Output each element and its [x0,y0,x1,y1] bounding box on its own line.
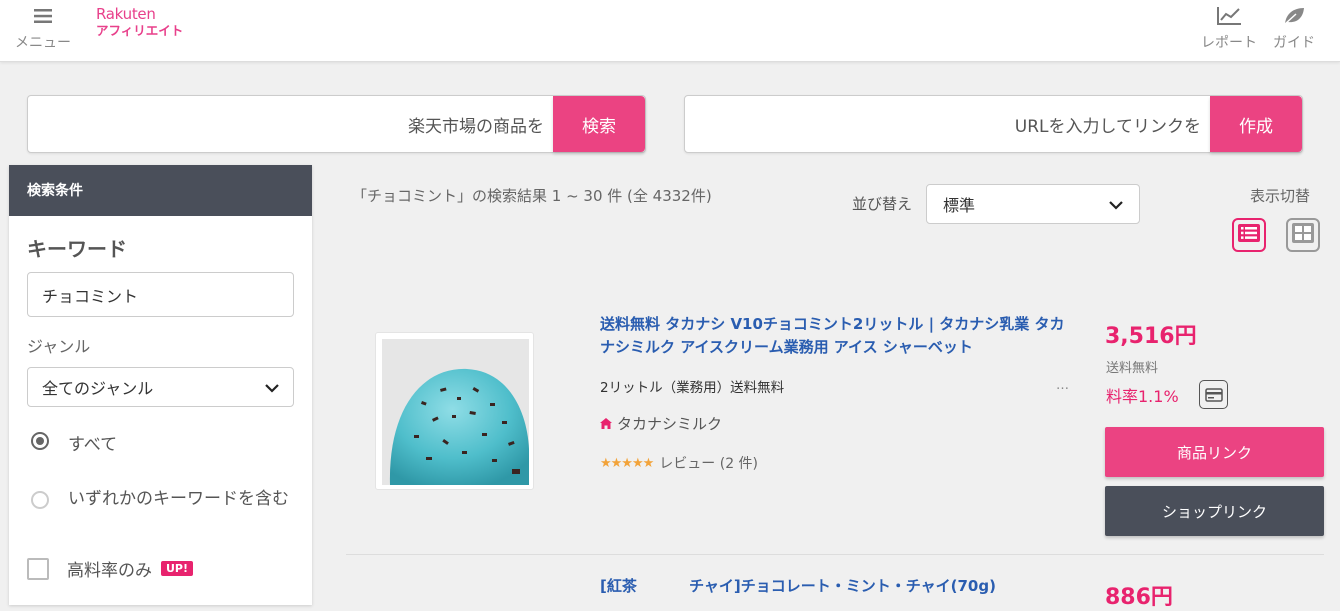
credit-card-icon[interactable] [1199,380,1228,409]
results-summary: 「チョコミント」の検索結果 1 ~ 30 件 (全 4332件) [352,187,712,205]
product-title-link[interactable]: [紅茶 チャイ]チョコレート・ミント・チャイ(70g) [600,575,1074,596]
radio-all-dot[interactable] [31,432,49,450]
genre-value: 全てのジャンル [42,379,154,398]
product-subtitle: 2リットル（業務用）送料無料 [600,380,785,396]
product-image[interactable] [375,332,534,490]
report-button[interactable]: レポート [1201,4,1257,52]
view-toggle-label: 表示切替 [1250,187,1311,205]
radio-any[interactable]: いずれかのキーワードを含む [31,485,301,514]
shipping-label: 送料無料 [1106,361,1159,376]
item-divider [346,554,1324,555]
product-search-bar: 楽天市場の商品を 検索 [27,95,646,153]
product-title-link[interactable]: 送料無料 タカナシ V10チョコミント2リットル | タカナシ乳業 タカナシミル… [600,313,1074,359]
genre-label: ジャンル [27,337,91,356]
high-rate-label: 高料率のみ [67,561,152,581]
home-icon [600,418,612,429]
radio-all[interactable]: すべて [31,430,117,455]
panel-title: 検索条件 [9,165,312,216]
high-rate-checkbox[interactable]: 高料率のみ UP! [27,556,194,581]
commission-rate: 料率1.1% [1106,387,1179,406]
keyword-heading: キーワード [27,237,127,261]
sort-label: 並び替え [852,195,913,213]
grid-view-button[interactable] [1286,218,1320,252]
guide-label: ガイド [1273,35,1315,51]
chevron-down-icon [1109,195,1123,214]
product-search-input[interactable]: 楽天市場の商品を [28,96,553,152]
shop-link-button[interactable]: ショップリンク [1105,486,1324,536]
grid-icon [1292,223,1314,247]
review-summary[interactable]: ★★★★★ レビュー (2 件) [600,453,758,473]
up-badge: UP! [161,561,194,576]
top-header: メニュー Rakuten アフィリエイト レポート ガイド [0,0,1340,62]
menu-button[interactable]: メニュー [15,4,71,52]
list-icon [1238,224,1260,246]
radio-all-label: すべて [68,435,118,455]
review-count: レビュー (2 件) [659,456,759,472]
search-button[interactable]: 検索 [553,96,645,152]
rakuten-affiliate-logo[interactable]: Rakuten アフィリエイト [96,7,183,38]
more-ellipsis[interactable]: … [1056,378,1069,393]
sort-select[interactable]: 標準 [926,184,1140,224]
hamburger-icon [33,4,53,28]
report-label: レポート [1201,35,1257,51]
star-rating-icon: ★★★★★ [600,455,654,471]
product-link-button[interactable]: 商品リンク [1105,427,1324,477]
chart-line-icon [1216,4,1242,28]
shop-name: タカナシミルク [617,415,723,433]
guide-button[interactable]: ガイド [1273,4,1315,52]
create-link-button[interactable]: 作成 [1210,96,1302,152]
ice-cream-image [382,339,529,485]
sort-value: 標準 [943,196,976,215]
radio-any-label: いずれかのキーワードを含む [68,489,289,509]
keyword-input[interactable]: チョコミント [27,272,294,317]
list-view-button[interactable] [1232,218,1266,252]
url-input[interactable]: URLを入力してリンクを [685,96,1210,152]
leaf-icon [1282,4,1306,28]
genre-select[interactable]: 全てのジャンル [27,367,294,407]
menu-label: メニュー [15,35,71,51]
search-conditions-panel: 検索条件 キーワード チョコミント ジャンル 全てのジャンル すべて いずれかの… [9,165,312,605]
product-price: 3,516円 [1105,324,1197,349]
radio-any-dot[interactable] [31,491,49,509]
high-rate-check[interactable] [27,557,49,580]
product-price: 886円 [1105,585,1173,610]
chevron-down-icon [265,378,279,397]
url-link-bar: URLを入力してリンクを 作成 [684,95,1303,153]
shop-link[interactable]: タカナシミルク [600,413,722,434]
